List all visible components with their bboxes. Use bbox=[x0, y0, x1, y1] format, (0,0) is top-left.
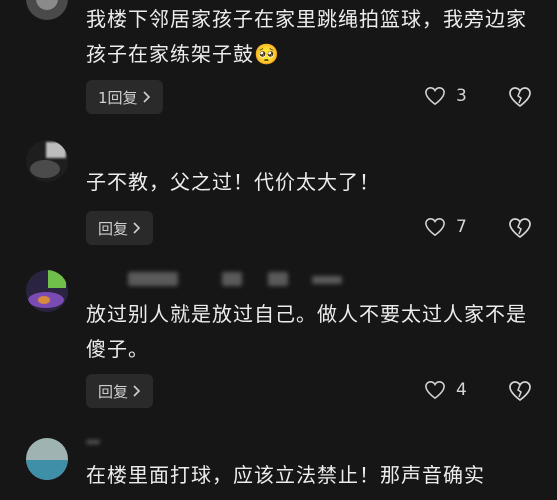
dislike-button[interactable] bbox=[508, 217, 532, 239]
chevron-right-icon bbox=[132, 385, 141, 397]
reply-button[interactable]: 回复 bbox=[86, 211, 154, 245]
chevron-right-icon bbox=[132, 222, 141, 234]
heart-outline-icon bbox=[424, 380, 446, 400]
avatar[interactable] bbox=[26, 0, 68, 20]
like-button[interactable]: 7 bbox=[424, 217, 467, 237]
like-count: 7 bbox=[456, 217, 467, 237]
comment-text: 放过别人就是放过自己。做人不要太过人家不是傻子。 bbox=[86, 302, 527, 361]
broken-heart-icon bbox=[508, 380, 532, 402]
username-obscured bbox=[128, 272, 178, 286]
like-button[interactable]: 4 bbox=[424, 380, 467, 400]
username-obscured bbox=[312, 276, 342, 284]
reply-label: 1回复 bbox=[98, 88, 138, 107]
reply-label: 回复 bbox=[98, 219, 129, 238]
reply-button[interactable]: 1回复 bbox=[86, 80, 163, 114]
username-obscured bbox=[222, 272, 242, 286]
broken-heart-icon bbox=[508, 86, 532, 108]
heart-outline-icon bbox=[424, 86, 446, 106]
comment-text: 在楼里面打球，应该立法禁止！那声音确实 bbox=[86, 463, 485, 487]
like-count: 4 bbox=[456, 380, 467, 400]
avatar[interactable] bbox=[26, 270, 68, 312]
like-count: 3 bbox=[456, 86, 467, 106]
username-obscured bbox=[86, 440, 100, 444]
heart-outline-icon bbox=[424, 217, 446, 237]
username-obscured bbox=[268, 272, 288, 286]
avatar[interactable] bbox=[26, 438, 68, 480]
reply-label: 回复 bbox=[98, 382, 129, 401]
like-button[interactable]: 3 bbox=[424, 86, 467, 106]
chevron-right-icon bbox=[142, 91, 151, 103]
dislike-button[interactable] bbox=[508, 380, 532, 402]
avatar[interactable] bbox=[26, 140, 68, 182]
pleading-face-emoji: 🥺 bbox=[254, 42, 280, 66]
reply-button[interactable]: 回复 bbox=[86, 374, 154, 408]
comment-text: 我楼下邻居家孩子在家里跳绳拍篮球，我旁边家孩子在家练架子鼓🥺 bbox=[86, 7, 527, 66]
broken-heart-icon bbox=[508, 217, 532, 239]
comment-text: 子不教，父之过！代价太大了！ bbox=[86, 170, 380, 194]
dislike-button[interactable] bbox=[508, 86, 532, 108]
